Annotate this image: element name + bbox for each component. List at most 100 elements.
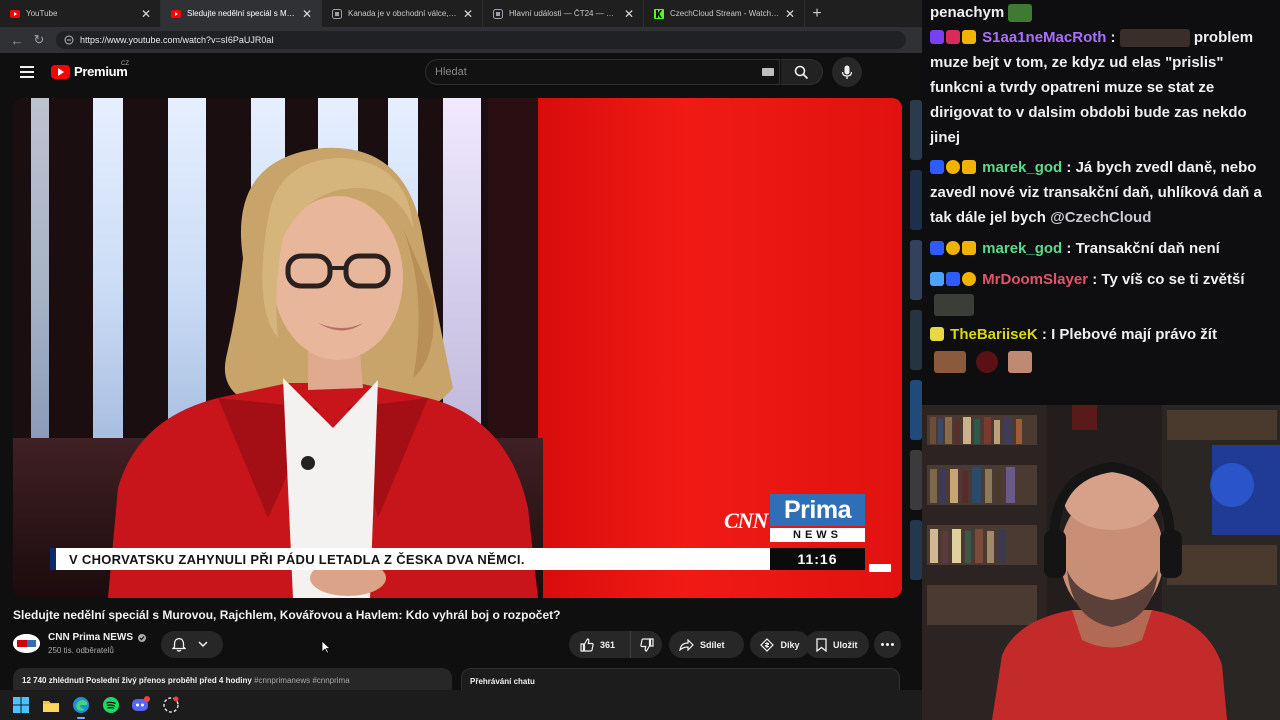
- chat-message: S1aa1neMacRoth : problem muze bejt v tom…: [930, 29, 1254, 146]
- search-icon: [794, 65, 809, 79]
- close-icon[interactable]: ✕: [623, 7, 635, 21]
- tab-youtube[interactable]: YouTube ✕: [0, 0, 161, 27]
- news-ticker: V CHORVATSKU ZAHYNULI PŘI PÁDU LETADLA Z…: [50, 548, 770, 570]
- tab-article-kanada[interactable]: Kanada je v obchodní válce, nebo ✕: [322, 0, 483, 27]
- close-icon[interactable]: ✕: [140, 7, 152, 21]
- subscriber-badge-icon: [946, 272, 960, 286]
- corner-logo: [869, 564, 891, 572]
- chat-username[interactable]: marek_god: [982, 240, 1062, 257]
- dislike-button[interactable]: [631, 637, 662, 652]
- tab-video[interactable]: Sledujte nedělní speciál s Murovou ✕: [161, 0, 322, 27]
- back-arrow-icon[interactable]: ←: [6, 29, 28, 51]
- prima-logo-top: Prima: [770, 494, 865, 526]
- more-horizontal-icon: [881, 643, 894, 646]
- chat-username[interactable]: S1aa1neMacRoth: [982, 29, 1106, 46]
- search-button[interactable]: [781, 59, 823, 85]
- save-label: Uložit: [833, 639, 858, 650]
- chat-message: TheBariiseK : I Plebové mají právo žít: [930, 322, 1274, 374]
- chat-message: marek_god : Transakční daň není: [930, 236, 1274, 261]
- tab-title: YouTube: [26, 9, 58, 18]
- chat-text: problem muze bejt v tom, ze kdyz ud elas…: [930, 29, 1254, 146]
- streamer-webcam-image: [922, 405, 1280, 720]
- video-title: Sledujte nedělní speciál s Murovou, Rajc…: [13, 608, 561, 622]
- thanks-label: Díky: [780, 639, 800, 650]
- seal-emote-icon: [934, 294, 974, 317]
- reload-icon[interactable]: ↻: [28, 29, 50, 51]
- search-placeholder: Hledat: [435, 66, 467, 78]
- presenter-figure: [108, 147, 538, 598]
- youtube-play-icon: [51, 64, 70, 79]
- youtube-premium-logo[interactable]: Premium CZ: [51, 61, 129, 79]
- voice-search-button[interactable]: [832, 57, 862, 87]
- tab-ct24[interactable]: Hlavní události — ČT24 — Česká ✕: [483, 0, 644, 27]
- more-actions-button[interactable]: [874, 631, 901, 658]
- chat-mention[interactable]: @CzechCloud: [1050, 209, 1151, 226]
- logo-text: Premium: [74, 64, 128, 79]
- url-text: https://www.youtube.com/watch?v=sI6PaUJR…: [80, 35, 274, 45]
- url-field[interactable]: https://www.youtube.com/watch?v=sI6PaUJR…: [56, 31, 906, 49]
- close-icon[interactable]: ✕: [462, 7, 474, 21]
- crown-badge-icon: [962, 241, 976, 255]
- gift-badge-icon: [946, 30, 960, 44]
- discord-icon[interactable]: [130, 694, 152, 716]
- new-tab-button[interactable]: +: [805, 5, 829, 23]
- tab-bar: YouTube ✕ Sledujte nedělní speciál s Mur…: [0, 0, 922, 27]
- chat-message: penachym: [930, 0, 1274, 25]
- recommended-thumbnails[interactable]: [910, 100, 922, 660]
- screen: YouTube ✕ Sledujte nedělní speciál s Mur…: [0, 0, 1280, 720]
- chat-text: Ty víš co se ti zvětší: [1101, 271, 1245, 288]
- tab-title: CzechCloud Stream - Watch Live: [670, 9, 780, 18]
- view-stats: 12 740 zhlédnutí Poslední živý přenos pr…: [22, 676, 252, 685]
- youtube-favicon-icon: [10, 9, 20, 19]
- close-icon[interactable]: ✕: [784, 7, 796, 21]
- app-icon[interactable]: [160, 694, 182, 716]
- channel-name[interactable]: CNN Prima NEWS: [48, 632, 147, 643]
- close-icon[interactable]: ✕: [301, 7, 313, 21]
- page-favicon-icon: [493, 8, 503, 19]
- face-emote-icon: [1008, 351, 1033, 374]
- thumbs-down-icon: [639, 637, 654, 652]
- frog-emote-icon: [1008, 4, 1033, 23]
- prima-news-logo: Prima NEWS: [770, 494, 865, 544]
- share-button[interactable]: Sdílet: [669, 631, 744, 658]
- edge-browser-icon[interactable]: [70, 694, 92, 719]
- channel-avatar[interactable]: [13, 634, 40, 653]
- tab-title: Kanada je v obchodní válce, nebo: [348, 9, 458, 18]
- site-info-icon[interactable]: [64, 35, 74, 45]
- tab-title: Hlavní události — ČT24 — Česká: [509, 9, 619, 18]
- verified-icon: [138, 633, 147, 642]
- chat-username[interactable]: MrDoomSlayer: [982, 271, 1088, 288]
- face-emote-icon: [934, 351, 966, 374]
- level-badge-icon: [946, 241, 960, 255]
- mouse-cursor-icon: [321, 640, 331, 654]
- cnn-logo: CNN: [724, 508, 768, 533]
- bookmark-icon: [816, 637, 827, 652]
- crown-badge-icon: [962, 160, 976, 174]
- menu-icon[interactable]: [20, 66, 34, 78]
- save-button[interactable]: Uložit: [805, 631, 869, 658]
- hashtags[interactable]: #cnnprimanews #cnnprima: [254, 676, 350, 685]
- file-explorer-icon[interactable]: [40, 694, 62, 716]
- windows-start-icon[interactable]: [10, 694, 32, 716]
- youtube-header: Premium CZ Hledat: [0, 53, 922, 93]
- tab-kick-stream[interactable]: CzechCloud Stream - Watch Live ✕: [644, 0, 805, 27]
- address-bar: ← ↻ https://www.youtube.com/watch?v=sI6P…: [0, 27, 922, 53]
- thanks-button[interactable]: Díky: [750, 631, 810, 658]
- country-code: CZ: [121, 61, 129, 67]
- chat-text: Transakční daň není: [1075, 240, 1220, 257]
- chat-username[interactable]: marek_god: [982, 159, 1062, 176]
- bell-icon: [172, 637, 186, 652]
- rose-emote-icon: [976, 351, 999, 374]
- keyboard-icon[interactable]: [762, 68, 774, 76]
- spotify-icon[interactable]: [100, 694, 122, 716]
- windows-taskbar: [0, 690, 922, 720]
- browser-window: YouTube ✕ Sledujte nedělní speciál s Mur…: [0, 0, 922, 698]
- subscription-bell-button[interactable]: [161, 631, 223, 658]
- level-badge-icon: [946, 160, 960, 174]
- chat-username[interactable]: TheBariiseK: [950, 326, 1038, 343]
- like-button[interactable]: 361: [569, 631, 631, 658]
- level-badge-icon: [962, 272, 976, 286]
- like-dislike-group: 361: [569, 631, 662, 658]
- search-input[interactable]: Hledat: [425, 59, 780, 85]
- video-player[interactable]: CNN Prima NEWS V CHORVATSKU ZAHYNULI PŘI…: [13, 98, 902, 598]
